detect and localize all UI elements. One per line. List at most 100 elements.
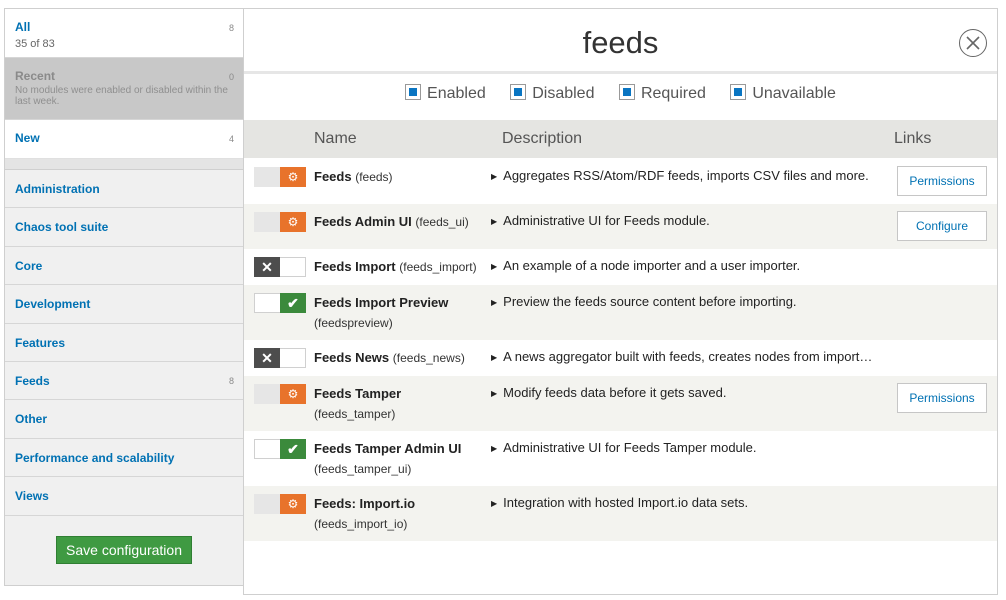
filter-label: Disabled <box>532 85 595 102</box>
module-description[interactable]: ▶ Aggregates RSS/Atom/RDF feeds, imports … <box>491 166 876 187</box>
sidebar-item-sub: No modules were enabled or disabled with… <box>15 85 228 107</box>
table-row: ✔ Feeds Tamper Admin UI (feeds_tamper_ui)… <box>244 431 997 486</box>
table-row: ✕ Feeds Import (feeds_import) ▶ An example … <box>244 249 997 285</box>
module-name: Feeds Tamper <box>314 386 402 401</box>
module-name-cell: Feeds Admin UI (feeds_ui) <box>314 212 494 232</box>
column-header-links: Links <box>894 130 932 147</box>
expand-arrow-icon: ▶ <box>491 389 498 398</box>
sidebar-item-label: Performance and scalability <box>15 450 175 465</box>
sidebar-item-category[interactable]: Chaos tool suite <box>5 208 244 247</box>
expand-arrow-icon: ▶ <box>491 172 498 181</box>
filter-unavailable[interactable]: Unavailable <box>730 84 836 103</box>
module-name-cell: Feeds Tamper Admin UI (feeds_tamper_ui) <box>314 439 494 479</box>
module-link-button[interactable]: Permissions <box>897 166 987 196</box>
module-toggle[interactable]: ✕ <box>254 348 306 368</box>
module-machine-name: (feeds_tamper_ui) <box>314 462 412 476</box>
module-description-text: Aggregates RSS/Atom/RDF feeds, imports C… <box>503 168 869 183</box>
gears-icon: ⚙ <box>280 494 306 514</box>
module-toggle: ⚙ <box>254 167 306 187</box>
sidebar-item-label: Other <box>15 412 48 427</box>
module-machine-name: (feeds) <box>355 170 393 184</box>
sidebar-item-category[interactable]: Features <box>5 323 244 362</box>
sidebar-item-label: Views <box>15 489 49 504</box>
close-icon <box>966 36 980 50</box>
module-toggle[interactable]: ✔ <box>254 439 306 459</box>
sidebar-item-label: Feeds <box>15 373 50 388</box>
sidebar-item-category[interactable]: Core <box>5 246 244 286</box>
module-description[interactable]: ▶ Modify feeds data before it gets saved. <box>491 383 876 404</box>
module-description[interactable]: ▶ Administrative UI for Feeds Tamper modu… <box>491 438 876 459</box>
table-row: ✔ Feeds Import Preview (feedspreview) ▶ Pre… <box>244 285 997 340</box>
sidebar-item-recent[interactable]: Recent No modules were enabled or disabl… <box>5 58 244 120</box>
module-link-button[interactable]: Permissions <box>897 383 987 413</box>
module-description-text: An example of a node importer and a user… <box>503 258 801 273</box>
module-description[interactable]: ▶ Integration with hosted Import.io data … <box>491 493 876 514</box>
save-configuration-button[interactable]: Save configuration <box>56 536 192 564</box>
module-panel: feeds Enabled Disabled Required Unavaila… <box>243 8 998 595</box>
column-header-description: Description <box>502 130 583 147</box>
module-machine-name: (feeds_news) <box>392 351 465 365</box>
module-description-text: Integration with hosted Import.io data s… <box>503 495 749 510</box>
sidebar-item-category[interactable]: Feeds 8 <box>5 361 244 401</box>
expand-arrow-icon: ▶ <box>491 262 498 271</box>
module-name: Feeds Tamper Admin UI <box>314 441 462 456</box>
sidebar-item-all[interactable]: All 35 of 83 8 <box>5 9 244 58</box>
sidebar-item-category[interactable]: Views <box>5 477 244 516</box>
table-row: ⚙ Feeds Admin UI (feeds_ui) ▶ Administrativ… <box>244 204 997 249</box>
sidebar-item-category[interactable]: Performance and scalability <box>5 438 244 478</box>
sidebar-item-label: New <box>15 131 40 145</box>
module-description[interactable]: ▶ Administrative UI for Feeds module. <box>491 211 876 232</box>
table-row: ⚙ Feeds (feeds) ▶ Aggregates RSS/Atom/RDF f… <box>244 159 997 204</box>
module-name-cell: Feeds (feeds) <box>314 167 494 187</box>
sidebar-item-label: Administration <box>15 182 100 196</box>
sidebar-item-count: 8 <box>228 23 234 33</box>
sidebar-item-count: 8 <box>228 375 234 386</box>
module-machine-name: (feeds_import) <box>399 260 477 274</box>
module-description[interactable]: ▶ Preview the feeds source content before… <box>491 292 876 313</box>
module-name: Feeds <box>314 169 352 184</box>
sidebar-item-category[interactable]: Administration <box>5 170 244 209</box>
gears-icon: ⚙ <box>280 167 306 187</box>
sidebar-item-new[interactable]: New 4 <box>5 120 244 158</box>
filter-required[interactable]: Required <box>618 84 706 103</box>
module-name-cell: Feeds Import (feeds_import) <box>314 257 494 277</box>
module-description-text: Administrative UI for Feeds module. <box>503 213 710 228</box>
module-description-text: A news aggregator built with feeds, crea… <box>503 349 873 364</box>
sidebar-item-count: 0 <box>228 72 234 82</box>
gears-icon: ⚙ <box>280 212 306 232</box>
sidebar-item-category[interactable]: Development <box>5 285 244 324</box>
filter-label: Unavailable <box>752 85 836 102</box>
module-description-text: Preview the feeds source content before … <box>503 294 797 309</box>
filter-bar: Enabled Disabled Required Unavailable <box>244 84 997 108</box>
save-area: Save configuration <box>5 513 244 585</box>
sidebar-item-label: Recent <box>15 69 56 83</box>
filter-label: Enabled <box>427 85 486 102</box>
module-name: Feeds Import Preview <box>314 295 449 310</box>
module-name-cell: Feeds Import Preview (feedspreview) <box>314 293 494 333</box>
module-description[interactable]: ▶ An example of a node importer and a use… <box>491 256 876 277</box>
sidebar-item-sub: 35 of 83 <box>15 38 55 50</box>
page-title: feeds <box>582 25 659 60</box>
module-toggle[interactable]: ✕ <box>254 257 306 277</box>
sidebar-divider <box>5 158 244 170</box>
sidebar-item-label: Chaos tool suite <box>15 220 109 235</box>
module-machine-name: (feedspreview) <box>314 316 393 330</box>
sidebar-item-label: Features <box>15 335 66 350</box>
sidebar-item-label: Core <box>15 258 43 273</box>
checkbox-icon <box>730 84 747 100</box>
gears-icon: ⚙ <box>280 384 306 404</box>
module-link-button[interactable]: Configure <box>897 211 987 241</box>
module-toggle[interactable]: ✔ <box>254 293 306 313</box>
filter-enabled[interactable]: Enabled <box>405 84 486 103</box>
sidebar-item-label: Development <box>15 297 91 312</box>
column-header-name: Name <box>314 130 357 147</box>
module-description[interactable]: ▶ A news aggregator built with feeds, cre… <box>491 347 876 368</box>
checkmark-icon: ✔ <box>280 439 306 459</box>
sidebar-item-label: All <box>15 20 31 34</box>
sidebar-item-category[interactable]: Other <box>5 400 244 439</box>
module-name: Feeds Admin UI <box>314 214 412 229</box>
module-toggle: ⚙ <box>254 384 306 404</box>
close-button[interactable] <box>959 29 987 57</box>
sidebar-item-count: 4 <box>228 134 234 144</box>
filter-disabled[interactable]: Disabled <box>510 84 594 103</box>
